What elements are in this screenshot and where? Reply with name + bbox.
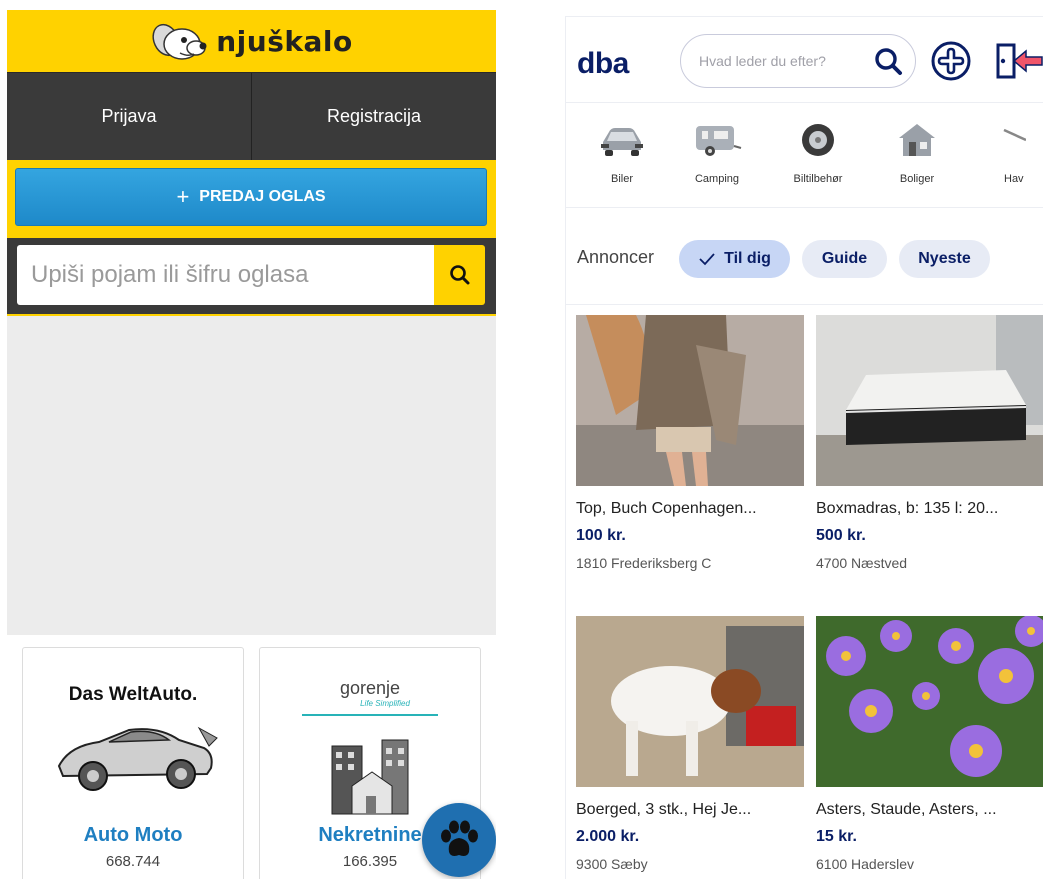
category-biler[interactable]: Biler [582,122,662,185]
listing-card[interactable]: Boerged, 3 stk., Hej Je... 2.000 kr. 930… [576,616,804,872]
dba-search-input[interactable] [697,52,857,70]
listing-card[interactable]: Boxmadras, b: 135 l: 20... 500 kr. 4700 … [816,315,1043,571]
tab-label: Til dig [724,250,771,267]
login-link[interactable]: Prijava [7,73,251,160]
search-icon[interactable] [873,46,905,78]
listing-price: 500 kr. [816,527,866,544]
post-ad-bar: + PREDAJ OGLAS [7,160,496,238]
category-count: 668.744 [105,853,161,870]
category-camping[interactable]: Camping [677,122,757,185]
paw-chat-button[interactable] [422,803,496,877]
gorenje-tagline: Life Simplified [360,699,410,708]
listing-card[interactable]: Asters, Staude, Asters, ... 15 kr. 6100 … [816,616,1043,872]
tab-nyeste[interactable]: Nyeste [899,240,990,278]
tire-icon [802,124,834,156]
listing-location: 6100 Haderslev [816,856,915,872]
listing-image[interactable] [816,315,1043,486]
listing-title: Boxmadras, b: 135 l: 20... [816,500,999,517]
listing-image[interactable] [816,616,1043,787]
listing-title: Top, Buch Copenhagen... [576,500,757,517]
post-ad-button[interactable]: + PREDAJ OGLAS [15,168,487,226]
category-boliger[interactable]: Boliger [877,122,957,185]
tab-label: Nyeste [918,250,971,267]
listing-price: 2.000 kr. [576,828,640,845]
njuskalo-header: njuškalo [7,10,496,72]
listing-location: 4700 Næstved [816,555,908,571]
plus-icon: + [176,184,190,209]
category-have[interactable]: Hav [986,122,1043,185]
listing-image[interactable] [576,315,804,486]
box-mattress-photo [816,315,1043,486]
das-weltauto-logo-text: Das WeltAuto. [68,684,198,705]
njuskalo-search-bar [7,238,496,314]
category-biltilbehor[interactable]: Biltilbehør [778,122,858,185]
listing-title: Boerged, 3 stk., Hej Je... [576,801,752,818]
listing-card[interactable]: Top, Buch Copenhagen... 100 kr. 1810 Fre… [576,315,804,571]
goat-photo [576,616,804,787]
register-link[interactable]: Registracija [251,73,496,160]
add-listing-icon[interactable] [929,39,973,83]
njuskalo-logo-text: njuškalo [216,24,353,58]
category-label: Camping [694,173,740,185]
buildings-illustration-icon [331,739,409,815]
tab-guide[interactable]: Guide [802,240,887,278]
dba-feed-tabs: Annoncer Til dig Guide Nyeste [566,209,1043,305]
listing-location: 1810 Frederiksberg C [576,555,712,571]
header-underline [7,314,496,316]
house-icon [899,124,935,156]
listing-price: 15 kr. [816,828,857,845]
dog-mascot-icon [152,23,207,60]
njuskalo-search-button[interactable] [434,245,485,305]
category-card-auto-moto[interactable]: Das WeltAuto. Auto Moto 668.744 [22,647,244,879]
category-label: Hav [1004,173,1024,185]
gorenje-logo: gorenje Life Simplified [302,678,438,716]
tab-label: Guide [821,250,868,267]
aster-flowers-photo [816,616,1043,787]
dba-search-box[interactable] [680,34,916,88]
dba-logo[interactable]: dba [577,47,629,81]
njuskalo-search-input[interactable] [17,245,434,305]
category-label: Biltilbehør [793,173,843,185]
njuskalo-logo[interactable]: njuškalo [150,20,352,62]
listing-price: 100 kr. [576,527,626,544]
njuskalo-panel: njuškalo Prijava Registracija + PREDAJ O… [7,10,496,879]
tab-til-dig[interactable]: Til dig [679,240,790,278]
das-weltauto-logo: Das WeltAuto. [23,684,243,706]
car-icon [601,128,643,156]
dba-category-bar: Biler Camping Biltilbehør Boliger Hav [566,104,1043,208]
caravan-icon [696,126,742,156]
post-ad-label: PREDAJ OGLAS [199,188,326,205]
garden-tool-icon [1003,128,1027,142]
category-name: Auto Moto [83,824,183,846]
dba-header: dba [566,17,1043,103]
listing-location: 9300 Sæby [576,856,648,872]
listing-image[interactable] [576,616,804,787]
checkmark-icon [699,253,715,266]
sequin-top-photo [576,315,804,486]
login-icon[interactable] [994,41,1043,81]
paw-icon [441,820,478,856]
listing-title: Asters, Staude, Asters, ... [816,801,997,818]
njuskalo-auth-nav: Prijava Registracija [7,72,496,160]
dba-panel: dba Biler [565,16,1043,879]
car-illustration-icon [57,726,218,791]
category-label: Biler [610,173,633,185]
category-label: Boliger [899,173,935,185]
gorenje-logo-text: gorenje [339,678,401,698]
search-icon [449,265,469,285]
tabs-label: Annoncer [577,247,655,267]
